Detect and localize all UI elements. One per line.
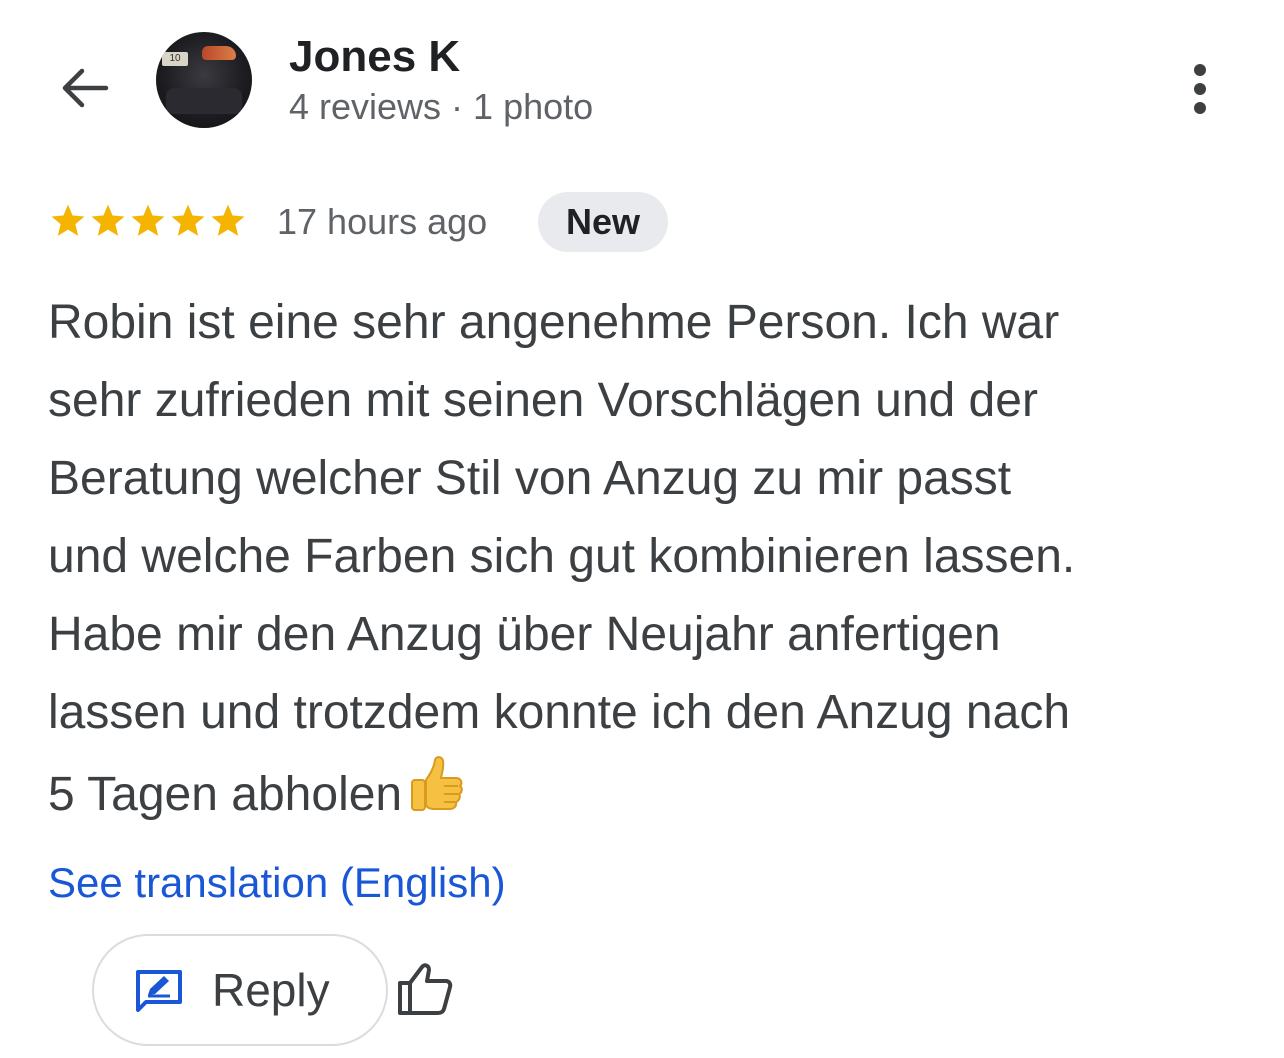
review-line: und welche Farben sich gut kombinieren l… — [48, 530, 1076, 583]
new-badge: New — [538, 192, 668, 252]
star-icon — [48, 198, 88, 244]
reply-label: Reply — [212, 964, 330, 1016]
avatar-bumper — [166, 88, 242, 114]
see-translation-link[interactable]: See translation (English) — [48, 858, 506, 908]
review-line: lassen und trotzdem konnte ich den Anzug… — [48, 686, 1071, 739]
thumb-up-outline-icon — [398, 963, 453, 1015]
more-vert-icon-dot — [1194, 83, 1206, 95]
review-line: Habe mir den Anzug über Neujahr anfertig… — [48, 608, 1001, 661]
star-icon — [128, 198, 168, 244]
more-vert-icon — [1194, 64, 1206, 76]
rate-review-icon — [136, 970, 182, 1012]
like-button[interactable] — [394, 958, 456, 1020]
review-line-last: 5 Tagen abholen — [48, 752, 1248, 840]
thumbs-up-emoji-icon — [404, 752, 468, 840]
star-rating — [48, 198, 248, 244]
review-line: sehr zufrieden mit seinen Vorschlägen un… — [48, 374, 1038, 427]
star-icon — [168, 198, 208, 244]
reply-button[interactable]: Reply — [92, 934, 388, 1046]
review-time: 17 hours ago — [277, 201, 488, 242]
star-icon — [208, 198, 248, 244]
more-vert-icon-dot — [1194, 102, 1206, 114]
star-icon — [88, 198, 128, 244]
arrow-left-icon — [62, 68, 109, 108]
user-meta: 4 reviews · 1 photo — [289, 86, 594, 127]
back-button[interactable] — [52, 58, 116, 118]
avatar-light — [202, 46, 236, 60]
review-line: Beratung welcher Stil von Anzug zu mir p… — [48, 452, 1012, 505]
review-line: 5 Tagen abholen — [48, 768, 403, 821]
avatar-plate: 10 — [162, 52, 188, 66]
review-line: Robin ist eine sehr angenehme Person. Ic… — [48, 296, 1060, 349]
review-text: Robin ist eine sehr angenehme Person. Ic… — [48, 284, 1248, 840]
user-name[interactable]: Jones K — [289, 32, 460, 82]
avatar[interactable]: 10 — [156, 32, 252, 128]
more-options-button[interactable] — [1176, 58, 1224, 120]
